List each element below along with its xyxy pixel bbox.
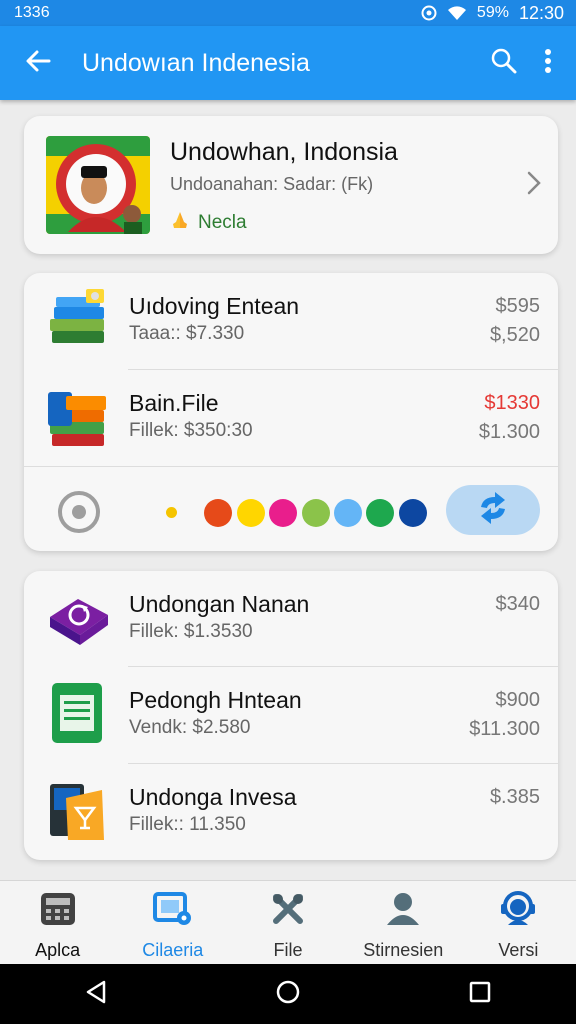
sync-button[interactable] xyxy=(446,485,540,535)
bottom-navigation: Aplca Cilaeria File Stirnesien Versi xyxy=(0,880,576,964)
color-dot-green[interactable] xyxy=(366,499,394,527)
files-card: Uıdoving Entean Taaa:: $7.330 $595 $,520… xyxy=(24,273,558,551)
more-vert-icon xyxy=(544,48,552,79)
more-options-button[interactable] xyxy=(526,33,570,93)
item-value: $900 xyxy=(495,689,541,711)
profile-tag-label: Necla xyxy=(198,212,247,233)
books-stack-icon xyxy=(46,287,112,353)
system-back-button[interactable] xyxy=(66,964,126,1024)
item-title: Undonga Invesa xyxy=(129,784,297,810)
target-button[interactable] xyxy=(56,489,102,535)
nav-label: Cilaeria xyxy=(142,940,204,960)
circle-home-icon xyxy=(275,979,301,1010)
item-value: $.385 xyxy=(489,786,540,808)
status-time: 12:30 xyxy=(518,2,564,23)
item-title: Undongan Nanan xyxy=(129,591,310,617)
profile-subtitle: Undoanahan: Sadar: (Fk) xyxy=(170,174,374,194)
nav-item-aplca[interactable]: Aplca xyxy=(0,881,115,964)
status-bar: 1336 59% 12:30 xyxy=(0,0,576,26)
documents-card: Undongan Nanan Fillek: $1.3530 $340 Pedo… xyxy=(24,571,558,860)
nav-item-file[interactable]: File xyxy=(230,881,345,964)
color-dot-magenta[interactable] xyxy=(269,499,297,527)
back-arrow-icon xyxy=(23,46,53,81)
color-dot-lime[interactable] xyxy=(302,499,330,527)
item-value: $595 xyxy=(495,295,541,317)
green-document-icon xyxy=(46,681,112,747)
battery-percent: 59% xyxy=(476,4,509,21)
item-subtitle: Fillek:: 11.350 xyxy=(129,814,246,835)
item-subtitle: Fillek: $1.3530 xyxy=(129,621,253,642)
system-home-button[interactable] xyxy=(258,964,318,1024)
person-icon xyxy=(385,891,421,932)
color-dot-yellow[interactable] xyxy=(237,499,265,527)
profile-chevron-right-icon[interactable] xyxy=(526,170,542,201)
profile-name: Undowhan, Indonsia xyxy=(170,138,398,166)
square-recents-icon xyxy=(469,981,491,1008)
pray-hands-icon xyxy=(170,210,190,236)
item-subtitle: Taaa:: $7.330 xyxy=(129,323,245,344)
nav-label: File xyxy=(273,940,303,960)
search-button[interactable] xyxy=(482,33,526,93)
list-item[interactable]: Undonga Invesa Fillek:: 11.350 $.385 xyxy=(24,764,558,860)
color-dot-orange[interactable] xyxy=(204,499,232,527)
nav-item-stirnesien[interactable]: Stirnesien xyxy=(346,881,461,964)
system-recents-button[interactable] xyxy=(450,964,510,1024)
item-value: $340 xyxy=(495,593,541,615)
status-left-text: 1336 xyxy=(14,4,50,21)
item-secondary-value: $1.300 xyxy=(478,421,540,443)
tablet-gear-icon xyxy=(152,891,194,932)
item-secondary-value: $11.300 xyxy=(469,718,540,740)
color-controls xyxy=(24,483,558,539)
back-button[interactable] xyxy=(8,33,68,93)
profile-tag: Necla xyxy=(170,210,247,236)
item-title: Bain.File xyxy=(129,390,219,416)
purple-book-icon xyxy=(46,585,112,651)
folder-cocktail-icon xyxy=(46,778,112,844)
color-dot-navy[interactable] xyxy=(399,499,427,527)
color-dot-light-blue[interactable] xyxy=(334,499,362,527)
status-right: 59% 12:30 xyxy=(421,3,564,24)
calculator-icon xyxy=(39,891,77,932)
item-value: $1330 xyxy=(484,392,540,414)
item-secondary-value: $,520 xyxy=(489,324,540,346)
file-books-icon xyxy=(46,384,112,450)
profile-card[interactable]: Undowhan, Indonsia Undoanahan: Sadar: (F… xyxy=(24,116,558,254)
wifi-icon xyxy=(447,5,467,21)
target-status-icon xyxy=(421,5,437,21)
nav-label: Stirnesien xyxy=(363,940,444,960)
search-icon xyxy=(490,47,518,80)
nav-item-cilaeria[interactable]: Cilaeria xyxy=(115,881,230,964)
tools-icon xyxy=(270,891,306,932)
nav-label: Versi xyxy=(498,940,539,960)
nav-item-versi[interactable]: Versi xyxy=(461,881,576,964)
divider xyxy=(24,466,558,467)
triangle-back-icon xyxy=(85,980,107,1009)
list-item[interactable]: Uıdoving Entean Taaa:: $7.330 $595 $,520 xyxy=(24,273,558,369)
app-bar: Undowıan Indenesia xyxy=(0,26,576,100)
support-agent-icon xyxy=(499,891,537,932)
item-title: Pedongh Hntean xyxy=(129,687,302,713)
page-title: Undowıan Indenesia xyxy=(82,48,310,77)
item-subtitle: Fillek: $350:30 xyxy=(129,420,253,441)
sync-icon xyxy=(473,491,513,530)
list-item[interactable]: Pedongh Hntean Vendk: $2.580 $900 $11.30… xyxy=(24,667,558,763)
color-dot-yellow-small[interactable] xyxy=(166,507,177,518)
nav-label: Aplca xyxy=(35,940,81,960)
item-title: Uıdoving Entean xyxy=(129,293,300,319)
profile-image xyxy=(46,136,150,234)
list-item[interactable]: Undongan Nanan Fillek: $1.3530 $340 xyxy=(24,571,558,667)
list-item[interactable]: Bain.File Fillek: $350:30 $1330 $1.300 xyxy=(24,370,558,466)
item-subtitle: Vendk: $2.580 xyxy=(129,717,251,738)
system-navigation-bar xyxy=(0,964,576,1024)
